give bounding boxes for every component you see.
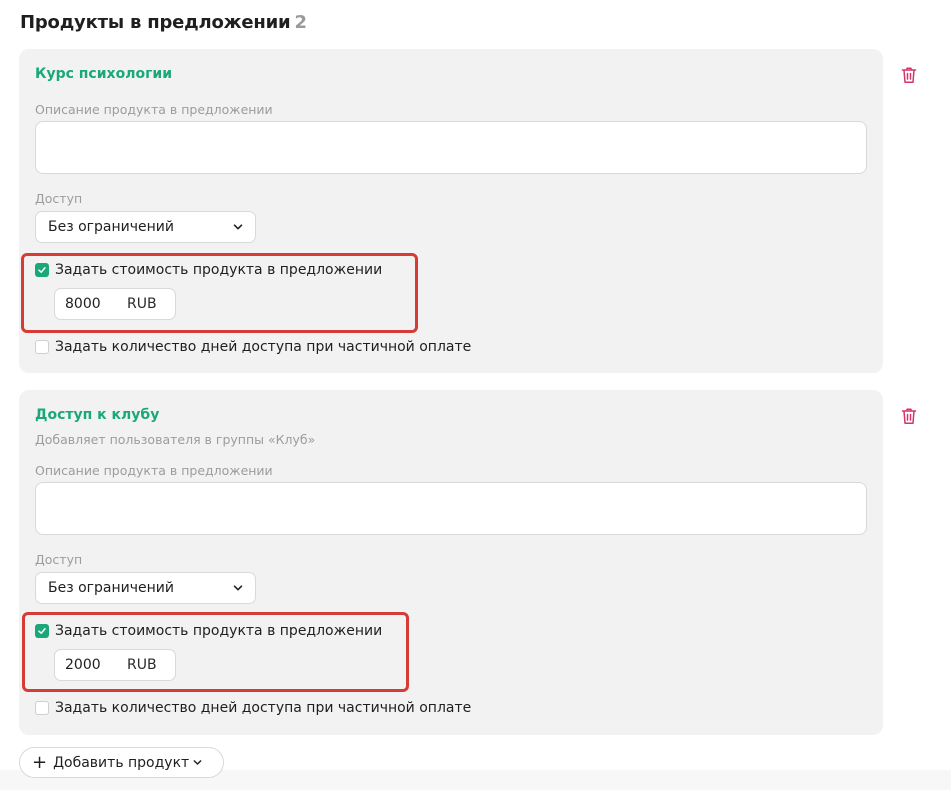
- product-title[interactable]: Курс психологии: [35, 66, 172, 82]
- description-field[interactable]: [35, 121, 867, 174]
- product-card: Курс психологии Описание продукта в пред…: [19, 49, 883, 373]
- price-amount[interactable]: 8000: [65, 296, 127, 312]
- set-price-label: Задать стоимость продукта в предложении: [55, 262, 383, 278]
- set-price-label: Задать стоимость продукта в предложении: [55, 623, 383, 639]
- trash-icon[interactable]: [901, 407, 917, 425]
- access-select[interactable]: Без ограничений: [35, 211, 256, 243]
- section-title: Продукты в предложении 2: [20, 12, 307, 33]
- access-label: Доступ: [35, 552, 83, 567]
- partial-days-label: Задать количество дней доступа при части…: [55, 339, 472, 355]
- checkbox-checked[interactable]: [35, 624, 49, 638]
- add-product-button[interactable]: + Добавить продукт: [19, 747, 224, 778]
- description-label: Описание продукта в предложении: [35, 463, 273, 478]
- checkmark-icon: [38, 267, 46, 273]
- chevron-down-icon: [193, 760, 202, 765]
- product-subtitle: Добавляет пользователя в группы «Клуб»: [35, 432, 316, 447]
- price-currency: RUB: [127, 296, 157, 312]
- set-price-checkbox[interactable]: Задать стоимость продукта в предложении: [35, 623, 382, 639]
- access-label: Доступ: [35, 191, 83, 206]
- product-title[interactable]: Доступ к клубу: [35, 407, 159, 423]
- product-count: 2: [294, 12, 307, 33]
- checkbox-checked[interactable]: [35, 263, 49, 277]
- partial-days-checkbox[interactable]: Задать количество дней доступа при части…: [35, 700, 471, 716]
- price-input[interactable]: 2000 RUB: [54, 649, 176, 681]
- access-select-value: Без ограничений: [48, 580, 174, 596]
- checkmark-icon: [38, 628, 46, 634]
- add-product-label: Добавить продукт: [53, 754, 190, 771]
- partial-days-label: Задать количество дней доступа при части…: [55, 700, 472, 716]
- price-amount[interactable]: 2000: [65, 657, 127, 673]
- chevron-down-icon: [233, 585, 243, 591]
- access-select-value: Без ограничений: [48, 219, 174, 235]
- description-label: Описание продукта в предложении: [35, 102, 273, 117]
- trash-icon[interactable]: [901, 66, 917, 84]
- price-currency: RUB: [127, 657, 157, 673]
- plus-icon: +: [32, 751, 48, 773]
- checkbox-unchecked[interactable]: [35, 701, 49, 715]
- section-title-text: Продукты в предложении: [20, 12, 291, 33]
- product-card: Доступ к клубу Добавляет пользователя в …: [19, 390, 883, 735]
- chevron-down-icon: [233, 224, 243, 230]
- price-input[interactable]: 8000 RUB: [54, 288, 176, 320]
- set-price-checkbox[interactable]: Задать стоимость продукта в предложении: [35, 262, 382, 278]
- partial-days-checkbox[interactable]: Задать количество дней доступа при части…: [35, 339, 471, 355]
- checkbox-unchecked[interactable]: [35, 340, 49, 354]
- access-select[interactable]: Без ограничений: [35, 572, 256, 604]
- description-field[interactable]: [35, 482, 867, 535]
